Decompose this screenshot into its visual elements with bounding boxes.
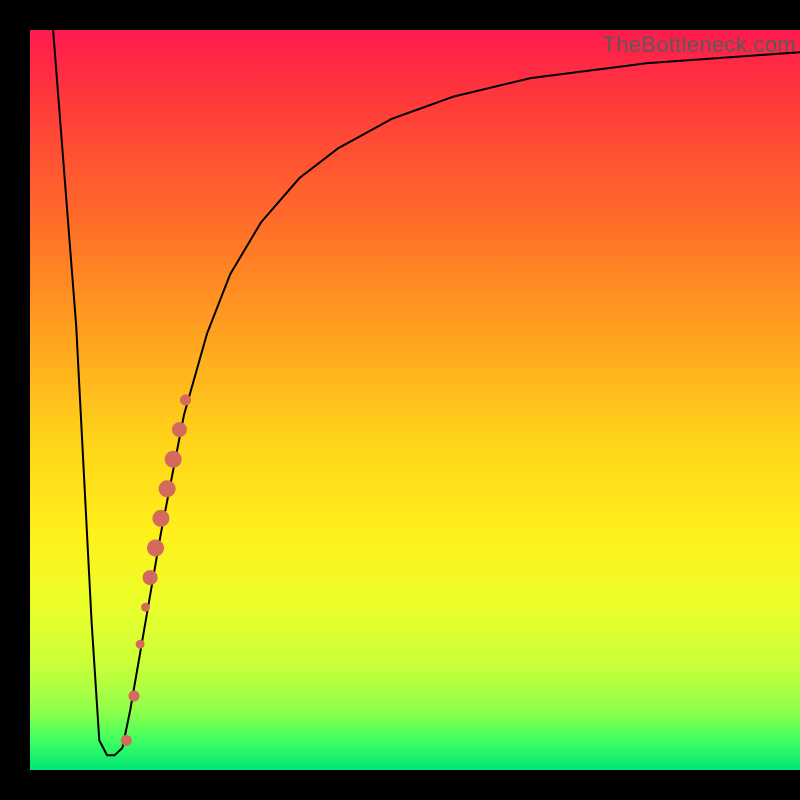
curve-marker [121,735,131,745]
curve-marker [153,510,169,526]
curve-marker [159,481,175,497]
curve-marker [129,691,139,701]
chart-svg [30,30,800,770]
curve-marker [142,603,150,611]
curve-marker [143,571,157,585]
curve-marker [165,451,181,467]
curve-marker [148,540,164,556]
chart-plot-area: TheBottleneck.com [30,30,800,770]
bottleneck-curve [53,30,800,755]
curve-marker [172,423,186,437]
chart-stage: TheBottleneck.com [0,0,800,800]
curve-marker [181,395,191,405]
curve-marker [136,640,144,648]
curve-markers [121,395,190,745]
